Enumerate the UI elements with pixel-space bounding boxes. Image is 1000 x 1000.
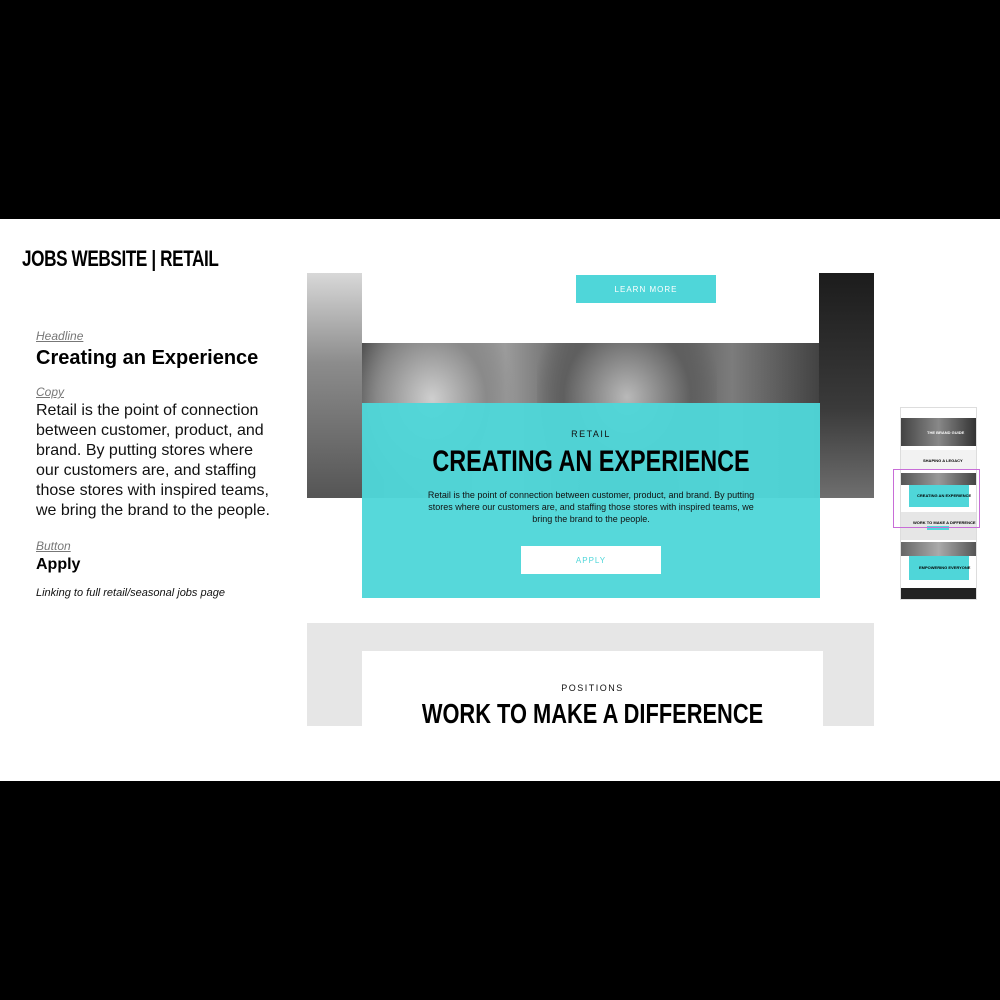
spec-panel: Headline Creating an Experience Copy Ret… — [36, 329, 286, 599]
thumb-section-5: EMPOWERING EVERYONE — [919, 565, 971, 570]
button-text: Apply — [36, 556, 81, 573]
learn-more-button[interactable]: LEARN MORE — [576, 275, 716, 303]
thumb-header — [901, 408, 976, 418]
copy-label: Copy — [36, 385, 65, 399]
hero-copy: Retail is the point of connection betwee… — [427, 490, 755, 524]
thumb-legacy: SHAPING A LEGACY — [901, 450, 976, 470]
thumb-section-1: THE BRAND GUIDE — [927, 430, 965, 435]
button-label: Button — [36, 539, 71, 553]
apply-button[interactable]: APPLY — [521, 546, 661, 574]
positions-title: WORK TO MAKE A DIFFERENCE — [421, 698, 764, 727]
presentation-slide: JOBS WEBSITE | RETAIL Headline Creating … — [0, 219, 1000, 781]
headline-text: Creating an Experience — [36, 347, 259, 369]
thumb-photo-2 — [901, 542, 976, 556]
positions-card: POSITIONS WORK TO MAKE A DIFFERENCE — [362, 651, 823, 726]
hero-card: RETAIL CREATING AN EXPERIENCE Retail is … — [362, 403, 820, 598]
photo-right-edge — [819, 273, 874, 498]
copy-text: Retail is the point of connection betwee… — [36, 402, 270, 519]
thumb-section-2: SHAPING A LEGACY — [923, 458, 963, 463]
deck-title: JOBS WEBSITE | RETAIL — [22, 246, 219, 271]
thumbnail-highlight-frame — [893, 469, 980, 528]
link-note: Linking to full retail/seasonal jobs pag… — [36, 587, 225, 599]
photo-left-edge — [307, 273, 362, 498]
top-section: LEARN MORE — [362, 273, 819, 343]
thumb-footer — [901, 588, 976, 599]
hero-title: CREATING AN EXPERIENCE — [432, 445, 750, 478]
thumb-empower-card: EMPOWERING EVERYONE — [909, 556, 971, 580]
positions-eyebrow: POSITIONS — [561, 683, 624, 693]
headline-label: Headline — [36, 329, 84, 343]
thumb-hero: THE BRAND GUIDE — [901, 418, 976, 446]
website-mockup: LEARN MORE RETAIL CREATING AN EXPERIENCE… — [307, 273, 874, 726]
hero-eyebrow: RETAIL — [571, 429, 611, 439]
